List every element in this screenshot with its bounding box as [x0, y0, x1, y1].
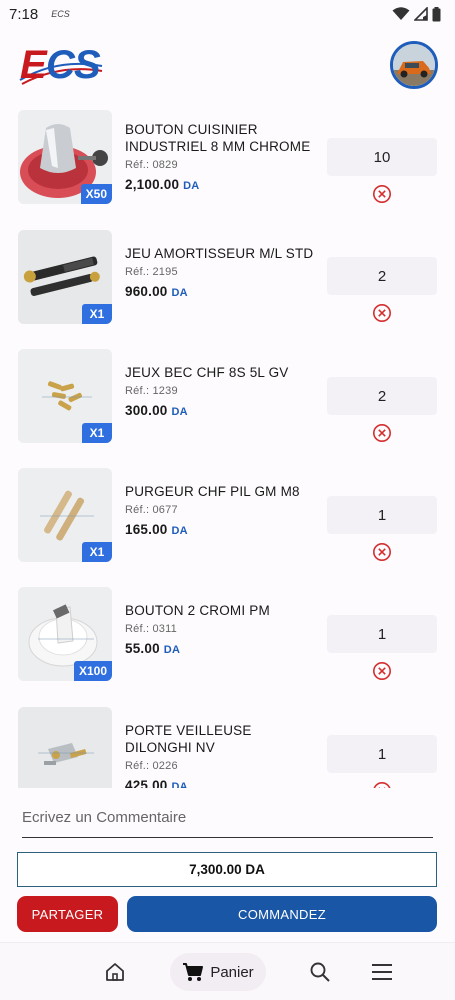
bottom-navigation: Panier: [0, 942, 455, 1000]
order-button[interactable]: COMMANDEZ: [127, 896, 437, 932]
product-image-knob-chrome[interactable]: X50: [18, 110, 112, 204]
product-price-row: 300.00 DA: [125, 402, 320, 421]
comment-input[interactable]: [22, 804, 433, 838]
product-price: 960.00: [125, 284, 168, 299]
cart-icon: [183, 963, 204, 981]
product-image-brass-nozzles[interactable]: X1: [18, 349, 112, 443]
currency-label: DA: [171, 406, 188, 418]
battery-icon: [432, 6, 441, 21]
quantity-field[interactable]: 2: [327, 377, 437, 415]
product-name: BOUTON CUISINIER INDUSTRIEL 8 MM CHROME: [125, 122, 311, 154]
product-name: JEU AMORTISSEUR M/L STD: [125, 246, 314, 261]
product-price-row: 960.00 DA: [125, 283, 320, 302]
product-ref: Réf.: 0311: [125, 623, 177, 635]
remove-item-icon[interactable]: [372, 184, 392, 204]
nav-search[interactable]: [300, 953, 340, 991]
wifi-icon: [392, 7, 410, 20]
search-icon: [310, 962, 330, 982]
cart-item: PORTE VEILLEUSE DILONGHI NV Réf.: 0226 4…: [0, 702, 455, 788]
product-ref: Réf.: 0829: [125, 159, 178, 171]
product-info: PURGEUR CHF PIL GM M8 Réf.: 0677 165.00 D…: [125, 483, 320, 540]
product-name: PORTE VEILLEUSE DILONGHI NV: [125, 723, 252, 755]
nav-menu[interactable]: [362, 953, 402, 991]
product-price-row: 55.00 DA: [125, 640, 320, 659]
quantity-field[interactable]: 10: [327, 138, 437, 176]
pack-size-badge: X1: [82, 423, 112, 443]
svg-text:C: C: [46, 43, 76, 87]
cart-item: X50 BOUTON CUISINIER INDUSTRIEL 8 MM CHR…: [0, 105, 455, 225]
quantity-field[interactable]: 1: [327, 735, 437, 773]
product-image-white-knob[interactable]: X100: [18, 587, 112, 681]
pack-size-badge: X50: [80, 184, 112, 204]
currency-label: DA: [163, 644, 181, 656]
ecs-logo[interactable]: E C S: [18, 40, 104, 92]
currency-label: DA: [183, 180, 200, 192]
product-image-shock-absorbers[interactable]: X1: [18, 230, 112, 324]
product-price: 425.00: [125, 778, 168, 788]
quantity-field[interactable]: 2: [327, 257, 437, 295]
product-price: 2,100.00: [125, 177, 180, 192]
product-price: 55.00: [125, 641, 160, 656]
remove-item-icon[interactable]: [372, 542, 392, 562]
currency-label: DA: [171, 781, 188, 788]
quantity-field[interactable]: 1: [327, 496, 437, 534]
signal-icon: [414, 7, 428, 21]
share-button[interactable]: PARTAGER: [17, 896, 118, 932]
product-price-row: 2,100.00 DA: [125, 176, 320, 195]
product-image-brass-rods[interactable]: X1: [18, 468, 112, 562]
cart-item: X1 PURGEUR CHF PIL GM M8 Réf.: 0677 165.…: [0, 463, 455, 583]
product-ref: Réf.: 0677: [125, 504, 178, 516]
product-info: JEU AMORTISSEUR M/L STD Réf.: 2195 960.0…: [125, 245, 320, 302]
notification-icon: ECS: [51, 9, 70, 19]
pack-size-badge: X100: [73, 661, 112, 681]
status-time: 7:18: [9, 5, 39, 23]
home-icon: [106, 963, 124, 981]
product-name: BOUTON 2 CROMI PM: [125, 603, 270, 618]
product-info: PORTE VEILLEUSE DILONGHI NV Réf.: 0226 4…: [125, 722, 320, 788]
app-header: E C S: [0, 34, 455, 98]
product-info: BOUTON 2 CROMI PM Réf.: 0311 55.00 DA: [125, 602, 320, 659]
menu-icon: [372, 964, 392, 980]
remove-item-icon[interactable]: [372, 781, 392, 788]
remove-item-icon[interactable]: [372, 423, 392, 443]
cart-item: X1 JEU AMORTISSEUR M/L STD Réf.: 2195 96…: [0, 225, 455, 345]
product-price-row: 425.00 DA: [125, 777, 320, 788]
nav-cart-label: Panier: [210, 963, 254, 981]
product-ref: Réf.: 0226: [125, 760, 178, 772]
product-image-pilot-holder[interactable]: [18, 707, 112, 788]
currency-label: DA: [171, 525, 188, 537]
product-info: JEUX BEC CHF 8S 5L GV Réf.: 1239 300.00 D…: [125, 364, 320, 421]
product-name: JEUX BEC CHF 8S 5L GV: [125, 365, 289, 380]
quantity-field[interactable]: 1: [327, 615, 437, 653]
nav-cart[interactable]: Panier: [170, 953, 266, 991]
product-price: 300.00: [125, 403, 168, 418]
product-name: PURGEUR CHF PIL GM M8: [125, 484, 300, 499]
remove-item-icon[interactable]: [372, 303, 392, 323]
nav-home[interactable]: [96, 953, 134, 991]
cart-item: X1 JEUX BEC CHF 8S 5L GV Réf.: 1239 300.…: [0, 344, 455, 464]
product-price-row: 165.00 DA: [125, 521, 320, 540]
cart-item: X100 BOUTON 2 CROMI PM Réf.: 0311 55.00 D…: [0, 582, 455, 702]
svg-text:S: S: [74, 43, 101, 87]
product-ref: Réf.: 1239: [125, 385, 178, 397]
cart-list[interactable]: X50 BOUTON CUISINIER INDUSTRIEL 8 MM CHR…: [0, 105, 455, 788]
product-price: 165.00: [125, 522, 168, 537]
product-info: BOUTON CUISINIER INDUSTRIEL 8 MM CHROME …: [125, 121, 320, 195]
svg-text:E: E: [20, 43, 48, 87]
order-total: 7,300.00 DA: [17, 852, 437, 887]
product-ref: Réf.: 2195: [125, 266, 178, 278]
pack-size-badge: X1: [82, 304, 112, 324]
status-bar: 7:18 ECS: [0, 0, 455, 28]
currency-label: DA: [171, 287, 188, 299]
pack-size-badge: X1: [82, 542, 112, 562]
user-avatar[interactable]: [390, 41, 438, 89]
remove-item-icon[interactable]: [372, 661, 392, 681]
system-icons: [392, 6, 441, 22]
